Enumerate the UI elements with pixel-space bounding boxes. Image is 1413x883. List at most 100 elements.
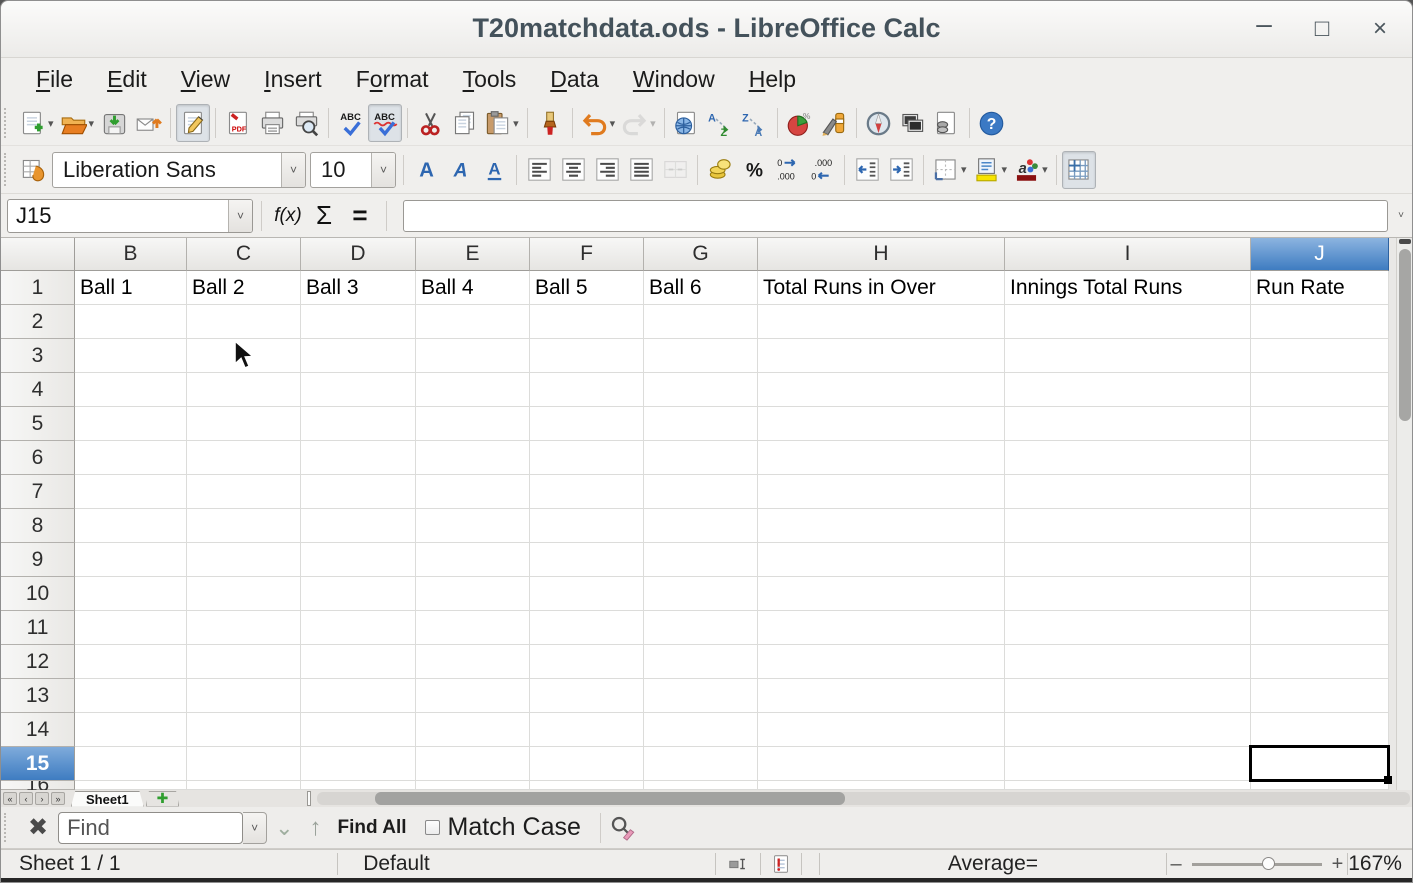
cell-G7[interactable] xyxy=(644,475,758,509)
cell-I14[interactable] xyxy=(1005,713,1251,747)
bold-button[interactable]: A xyxy=(409,151,443,189)
cell-E2[interactable] xyxy=(416,305,530,339)
page-style[interactable]: Default xyxy=(363,852,430,876)
cell-F13[interactable] xyxy=(530,679,644,713)
grid-lines-button[interactable] xyxy=(1062,151,1096,189)
cell-H16[interactable] xyxy=(758,781,1005,790)
vertical-scrollbar[interactable] xyxy=(1396,238,1412,790)
name-box[interactable]: J15 ˅ xyxy=(7,199,253,233)
insert-mode-button[interactable] xyxy=(716,850,760,878)
cell-H11[interactable] xyxy=(758,611,1005,645)
cell-B13[interactable] xyxy=(75,679,187,713)
font-size-select[interactable]: 10 ˅ xyxy=(310,152,396,188)
split-handle[interactable] xyxy=(1399,239,1411,244)
cell-D11[interactable] xyxy=(301,611,416,645)
cell-D3[interactable] xyxy=(301,339,416,373)
sort-descending-button[interactable]: ZA xyxy=(738,104,772,142)
cell-I8[interactable] xyxy=(1005,509,1251,543)
toolbar-grip[interactable] xyxy=(4,813,13,842)
cell-D9[interactable] xyxy=(301,543,416,577)
cell-E16[interactable] xyxy=(416,781,530,790)
cell-F6[interactable] xyxy=(530,441,644,475)
row-header-4[interactable]: 4 xyxy=(1,373,75,407)
row-header-2[interactable]: 2 xyxy=(1,305,75,339)
maximize-button[interactable]: □ xyxy=(1304,11,1340,47)
copy-button[interactable] xyxy=(447,104,481,142)
cell-D15[interactable] xyxy=(301,747,416,781)
fill-handle[interactable] xyxy=(1384,776,1392,784)
row-header-3[interactable]: 3 xyxy=(1,339,75,373)
align-left-button[interactable] xyxy=(522,151,556,189)
cell-F10[interactable] xyxy=(530,577,644,611)
decrease-indent-button[interactable] xyxy=(850,151,884,189)
cell-B14[interactable] xyxy=(75,713,187,747)
cell-C9[interactable] xyxy=(187,543,301,577)
menu-item-tools[interactable]: Tools xyxy=(446,64,534,95)
insert-chart-button[interactable]: % xyxy=(783,104,817,142)
chevron-down-icon[interactable]: ˅ xyxy=(228,200,252,232)
zoom-in-icon[interactable]: + xyxy=(1332,853,1344,876)
new-document-button[interactable]: ▾ xyxy=(16,104,57,142)
toolbar-grip[interactable] xyxy=(4,108,13,139)
cell-H9[interactable] xyxy=(758,543,1005,577)
tab-area-splitter[interactable] xyxy=(307,791,311,806)
cell-B15[interactable] xyxy=(75,747,187,781)
cell-E9[interactable] xyxy=(416,543,530,577)
cell-G13[interactable] xyxy=(644,679,758,713)
cell-C15[interactable] xyxy=(187,747,301,781)
cell-F3[interactable] xyxy=(530,339,644,373)
cell-H1[interactable]: Total Runs in Over xyxy=(758,271,1005,305)
cell-F15[interactable] xyxy=(530,747,644,781)
cell-D13[interactable] xyxy=(301,679,416,713)
cell-D2[interactable] xyxy=(301,305,416,339)
cell-J16[interactable] xyxy=(1251,781,1389,790)
cell-I4[interactable] xyxy=(1005,373,1251,407)
row-header-14[interactable]: 14 xyxy=(1,713,75,747)
cell-D4[interactable] xyxy=(301,373,416,407)
cell-J9[interactable] xyxy=(1251,543,1389,577)
cell-G14[interactable] xyxy=(644,713,758,747)
chevron-down-icon[interactable]: ˅ xyxy=(243,812,267,844)
column-header-G[interactable]: G xyxy=(644,238,758,271)
row-header-7[interactable]: 7 xyxy=(1,475,75,509)
row-header-10[interactable]: 10 xyxy=(1,577,75,611)
cell-E6[interactable] xyxy=(416,441,530,475)
chevron-down-icon[interactable]: ˅ xyxy=(371,153,395,187)
cell-B4[interactable] xyxy=(75,373,187,407)
cell-C2[interactable] xyxy=(187,305,301,339)
sum-button[interactable]: Σ xyxy=(306,198,342,234)
cell-D14[interactable] xyxy=(301,713,416,747)
cell-F8[interactable] xyxy=(530,509,644,543)
increase-indent-button[interactable] xyxy=(884,151,918,189)
horizontal-scrollbar[interactable] xyxy=(317,792,1410,805)
cell-B10[interactable] xyxy=(75,577,187,611)
row-header-8[interactable]: 8 xyxy=(1,509,75,543)
cell-H6[interactable] xyxy=(758,441,1005,475)
first-sheet-icon[interactable]: « xyxy=(3,792,17,805)
cell-E5[interactable] xyxy=(416,407,530,441)
cell-D10[interactable] xyxy=(301,577,416,611)
vertical-scrollbar-thumb[interactable] xyxy=(1399,249,1411,421)
row-header-16[interactable]: 16 xyxy=(1,781,75,790)
find-previous-icon[interactable]: ↑ xyxy=(310,814,322,842)
cell-H5[interactable] xyxy=(758,407,1005,441)
zoom-slider-thumb[interactable] xyxy=(1262,857,1275,870)
cell-J10[interactable] xyxy=(1251,577,1389,611)
italic-button[interactable]: A xyxy=(443,151,477,189)
cell-G12[interactable] xyxy=(644,645,758,679)
cell-J3[interactable] xyxy=(1251,339,1389,373)
row-header-9[interactable]: 9 xyxy=(1,543,75,577)
styles-button[interactable] xyxy=(16,151,50,189)
cell-D6[interactable] xyxy=(301,441,416,475)
column-header-F[interactable]: F xyxy=(530,238,644,271)
column-header-J[interactable]: J xyxy=(1251,238,1389,271)
expand-formula-bar-button[interactable]: ˅ xyxy=(1392,206,1410,226)
close-button[interactable]: × xyxy=(1362,11,1398,47)
cell-B3[interactable] xyxy=(75,339,187,373)
cell-B8[interactable] xyxy=(75,509,187,543)
cell-D16[interactable] xyxy=(301,781,416,790)
menu-item-format[interactable]: Format xyxy=(339,64,446,95)
menu-item-edit[interactable]: Edit xyxy=(90,64,164,95)
match-case-label[interactable]: Match Case xyxy=(448,813,581,842)
column-header-E[interactable]: E xyxy=(416,238,530,271)
